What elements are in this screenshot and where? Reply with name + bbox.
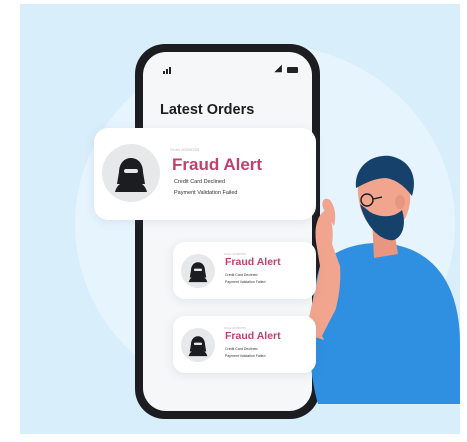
hacker-icon (181, 254, 215, 288)
order-card[interactable]: Order #0098765 Fraud Alert Credit Card D… (173, 242, 316, 299)
order-card[interactable]: Order #0098765 Fraud Alert Credit Card D… (173, 316, 316, 373)
alert-detail-line-2: Payment Validation Failed (225, 280, 266, 284)
alert-detail-line-1: Credit Card Declined (225, 347, 258, 351)
fraud-alert-title: Fraud Alert (225, 256, 281, 268)
hacker-icon (102, 144, 160, 202)
alert-detail-line-2: Payment Validation Failed (174, 190, 238, 196)
alert-detail-line-2: Payment Validation Failed (225, 354, 266, 358)
order-tag: Order #0098765 (170, 147, 200, 152)
fraud-alert-title: Fraud Alert (225, 330, 281, 342)
hacker-icon (181, 328, 215, 362)
fraud-alert-title: Fraud Alert (172, 155, 263, 174)
illustration: ◢ Latest Orders Order #0098765 Fraud Ale… (20, 4, 460, 434)
alert-detail-line-1: Credit Card Declined (225, 273, 258, 277)
order-card-featured[interactable]: Order #0098765 Fraud Alert Credit Card D… (94, 128, 316, 220)
alert-detail-line-1: Credit Card Declined (174, 179, 226, 185)
